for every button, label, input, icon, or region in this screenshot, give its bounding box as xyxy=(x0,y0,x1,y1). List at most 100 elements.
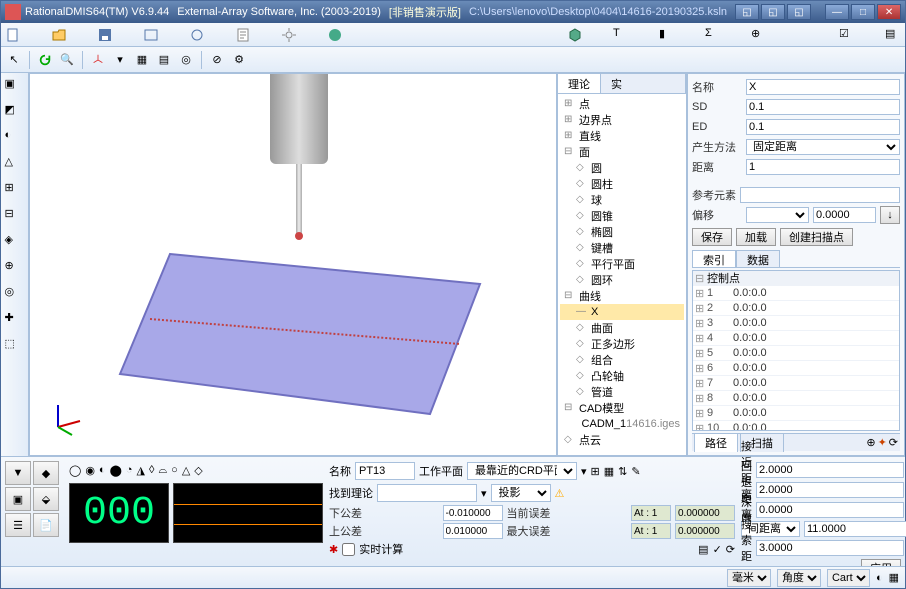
menu-tools-icon[interactable] xyxy=(189,27,205,43)
menu-view-icon[interactable] xyxy=(143,27,159,43)
tree-node[interactable]: CADM_114616.iges xyxy=(560,416,684,432)
bic-11[interactable]: ◇ xyxy=(194,464,202,477)
tab-data[interactable]: 数据 xyxy=(736,250,780,267)
tree-node[interactable]: ◇曲面 xyxy=(560,320,684,336)
grid-row[interactable]: ⊞70.0:0.0 xyxy=(693,376,899,391)
aux-button-1[interactable]: ◱ xyxy=(735,4,759,20)
tab-actual[interactable]: 实 xyxy=(601,74,686,93)
warn-icon[interactable]: ⚠ xyxy=(555,487,565,500)
menu-cube-icon[interactable] xyxy=(567,27,583,43)
menu-save-icon[interactable] xyxy=(97,27,113,43)
bl-b-icon[interactable]: ▣ xyxy=(5,487,31,511)
create-scan-button[interactable]: 创建扫描点 xyxy=(780,228,853,246)
grid-row[interactable]: ⊞60.0:0.0 xyxy=(693,361,899,376)
target-icon[interactable]: ◎ xyxy=(177,51,195,69)
search-input[interactable] xyxy=(756,540,904,556)
rt-ic3[interactable]: ⟳ xyxy=(726,543,735,556)
grid-row[interactable]: ⊞80.0:0.0 xyxy=(693,391,899,406)
menu-t3-icon[interactable]: Σ xyxy=(705,27,721,43)
aux-button-2[interactable]: ◱ xyxy=(761,4,785,20)
tree-node[interactable]: ⊟面 xyxy=(560,144,684,160)
find-input[interactable] xyxy=(377,484,477,502)
menu-t2-icon[interactable]: ▮ xyxy=(659,27,675,43)
tree-node[interactable]: ◇圆 xyxy=(560,160,684,176)
offset-dir-select[interactable] xyxy=(746,207,809,223)
rt-ic2[interactable]: ✓ xyxy=(713,543,722,556)
wp-ic3[interactable]: ▦ xyxy=(604,465,614,478)
tree-node[interactable]: ◇平行平面 xyxy=(560,256,684,272)
menu-t4-icon[interactable]: ⊕ xyxy=(751,27,767,43)
feature-tree[interactable]: ⊞点⊞边界点⊞直线⊟面◇圆◇圆柱◇球◇圆锥◇椭圆◇键槽◇平行平面◇圆环⊟曲线—X… xyxy=(558,94,686,455)
tab-index[interactable]: 索引 xyxy=(692,250,736,267)
proj-select[interactable]: 投影 xyxy=(491,484,551,502)
ltool-2-icon[interactable]: ◩ xyxy=(5,103,25,123)
close-button[interactable]: ✕ xyxy=(877,4,901,20)
sd-input[interactable] xyxy=(746,99,900,115)
mname-input[interactable] xyxy=(355,462,415,480)
ltool-10-icon[interactable]: ✚ xyxy=(5,311,25,331)
gear-icon[interactable]: ⚙ xyxy=(230,51,248,69)
tree-node[interactable]: —X xyxy=(560,304,684,320)
aux-button-3[interactable]: ◱ xyxy=(787,4,811,20)
menu-settings-icon[interactable] xyxy=(281,27,297,43)
tree-node[interactable]: ⊟曲线 xyxy=(560,288,684,304)
dist-input[interactable] xyxy=(746,159,900,175)
save-button[interactable]: 保存 xyxy=(692,228,732,246)
bic-6[interactable]: ◮ xyxy=(137,464,145,477)
depth-input[interactable] xyxy=(756,502,904,518)
wp-ic2[interactable]: ⊞ xyxy=(591,465,600,478)
method-select[interactable]: 固定距离 xyxy=(746,139,900,155)
name-input[interactable] xyxy=(746,79,900,95)
bl-c-icon[interactable]: ⬙ xyxy=(33,487,59,511)
zoom-icon[interactable]: 🔍 xyxy=(58,51,76,69)
rt-ic1[interactable]: ▤ xyxy=(698,543,708,556)
wp-ic5[interactable]: ✎ xyxy=(631,465,640,478)
status-ic1[interactable]: ◐ xyxy=(876,572,883,584)
bic-8[interactable]: ⌓ xyxy=(158,464,167,477)
find-dd-icon[interactable]: ▾ xyxy=(481,487,487,500)
retract-input[interactable] xyxy=(756,482,904,498)
bic-4[interactable]: ⬤ xyxy=(110,464,122,477)
grid-row[interactable]: ⊞100.0:0.0 xyxy=(693,421,899,431)
ltool-1-icon[interactable]: ▣ xyxy=(5,77,25,97)
axis-icon[interactable] xyxy=(89,51,107,69)
ltool-6-icon[interactable]: ⊟ xyxy=(5,207,25,227)
menu-new-icon[interactable] xyxy=(5,27,21,43)
bic-9[interactable]: ○ xyxy=(171,464,178,476)
pointer-icon[interactable]: ↖ xyxy=(5,51,23,69)
realtime-checkbox[interactable] xyxy=(342,543,355,556)
tree-node[interactable]: ◇圆锥 xyxy=(560,208,684,224)
tab-path[interactable]: 路径 xyxy=(694,433,738,452)
bl-a-icon[interactable]: ◆ xyxy=(33,461,59,485)
grid-row[interactable]: ⊞50.0:0.0 xyxy=(693,346,899,361)
bl-d-icon[interactable]: ☰ xyxy=(5,513,31,537)
control-points-grid[interactable]: ⊟控制点⊞10.0:0.0⊞20.0:0.0⊞30.0:0.0⊞40.0:0.0… xyxy=(692,270,900,431)
grid-row[interactable]: ⊞90.0:0.0 xyxy=(693,406,899,421)
menu-check-icon[interactable]: ☑ xyxy=(839,27,855,43)
status-ic2[interactable]: ▦ xyxy=(889,571,899,584)
tab-theory[interactable]: 理论 xyxy=(558,74,601,93)
bic-3[interactable]: ◐ xyxy=(99,464,106,476)
approach-input[interactable] xyxy=(756,462,904,478)
tree-node[interactable]: ◇正多边形 xyxy=(560,336,684,352)
grid-row[interactable]: ⊞30.0:0.0 xyxy=(693,316,899,331)
spacing-input[interactable] xyxy=(804,521,906,537)
ltool-8-icon[interactable]: ⊕ xyxy=(5,259,25,279)
tree-node[interactable]: ◇椭圆 xyxy=(560,224,684,240)
bl-e-icon[interactable]: 📄 xyxy=(33,513,59,537)
grid-row[interactable]: ⊞40.0:0.0 xyxy=(693,331,899,346)
bic-1[interactable]: ◯ xyxy=(69,464,81,477)
ltool-7-icon[interactable]: ◈ xyxy=(5,233,25,253)
bic-5[interactable]: ◔ xyxy=(126,464,133,476)
menu-help-icon[interactable] xyxy=(327,27,343,43)
win1-icon[interactable]: ▦ xyxy=(133,51,151,69)
ltool-5-icon[interactable]: ⊞ xyxy=(5,181,25,201)
tree-node[interactable]: ⊞点 xyxy=(560,96,684,112)
bt-ic2-icon[interactable]: ✦ xyxy=(878,436,887,449)
dropdown-icon[interactable]: ▾ xyxy=(111,51,129,69)
refresh-icon[interactable] xyxy=(36,51,54,69)
viewport-3d[interactable] xyxy=(29,73,557,456)
grid-row[interactable]: ⊞20.0:0.0 xyxy=(693,301,899,316)
ltool-4-icon[interactable]: △ xyxy=(5,155,25,175)
tree-node[interactable]: ⊟CAD模型 xyxy=(560,400,684,416)
